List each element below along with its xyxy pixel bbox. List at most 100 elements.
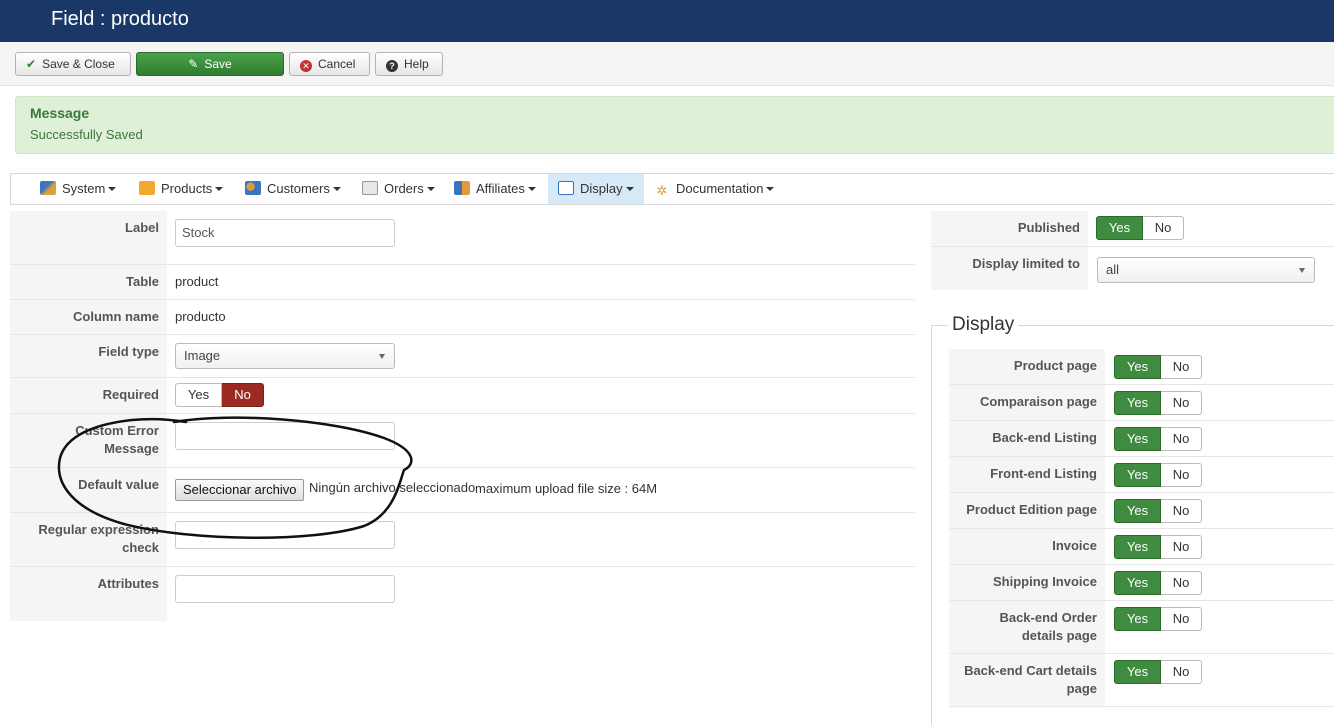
toggle-no[interactable]: No (1161, 355, 1202, 379)
chevron-down-icon (379, 354, 385, 359)
toggle-no[interactable]: No (1161, 391, 1202, 415)
toggle-no[interactable]: No (1161, 607, 1202, 631)
display-limited-select[interactable]: all (1097, 257, 1315, 283)
save-close-label: Save & Close (42, 57, 115, 71)
label-input[interactable]: Stock (175, 219, 395, 247)
toggle-yes[interactable]: Yes (1114, 463, 1161, 487)
save-button[interactable]: ✎ Save (136, 52, 284, 76)
row-regex: Regular expression check (10, 513, 915, 567)
label-label: Label (10, 211, 167, 264)
chevron-down-icon (625, 187, 634, 191)
toggle-yes[interactable]: Yes (1114, 391, 1161, 415)
regex-input[interactable] (175, 521, 395, 549)
display-row-toggle: Yes No (1114, 571, 1202, 595)
regex-label: Regular expression check (10, 513, 167, 566)
display-row: Front-end Listing Yes No (949, 457, 1334, 493)
chevron-down-icon (332, 187, 341, 191)
display-row: Back-end Listing Yes No (949, 421, 1334, 457)
chevron-down-icon (1299, 268, 1305, 273)
display-row-label: Back-end Cart details page (949, 654, 1105, 706)
display-row-label-line1: Product page (1013, 358, 1097, 373)
row-label: Label Stock (10, 211, 915, 265)
save-close-button[interactable]: ✔ Save & Close (15, 52, 131, 76)
menu-display[interactable]: Display (548, 174, 644, 204)
tools-icon (40, 181, 56, 195)
display-row: Shipping Invoice Yes No (949, 565, 1334, 601)
display-row-label-line2: details page (1021, 628, 1097, 643)
cancel-button[interactable]: ✕ Cancel (289, 52, 370, 76)
toggle-no[interactable]: No (1161, 535, 1202, 559)
required-yes[interactable]: Yes (175, 383, 222, 407)
max-upload-note: maximum upload file size : 64M (475, 481, 658, 496)
row-default-value: Default value Seleccionar archivo Ningún… (10, 468, 915, 513)
message-heading: Message (30, 105, 90, 121)
display-row-label-line1: Product Edition page (966, 502, 1097, 517)
display-row-label: Back-end Listing (949, 421, 1105, 456)
custom-error-label-line1: Custom Error (75, 423, 159, 438)
display-row-label-line1: Back-end Cart details (964, 663, 1097, 678)
chevron-down-icon (527, 187, 536, 191)
row-attributes: Attributes (10, 567, 915, 621)
affiliates-icon (454, 181, 470, 195)
display-row: Back-end Order details page Yes No (949, 601, 1334, 654)
field-type-value: Image (184, 348, 221, 363)
menu-products-label: Products (161, 181, 213, 196)
toggle-no[interactable]: No (1161, 463, 1202, 487)
display-row-toggle: Yes No (1114, 391, 1202, 415)
chevron-down-icon (766, 187, 775, 191)
toggle-yes[interactable]: Yes (1114, 660, 1161, 684)
row-field-type: Field type Image (10, 335, 915, 378)
save-label: Save (204, 57, 232, 71)
display-row-label-line2: page (1066, 681, 1097, 696)
toggle-no[interactable]: No (1161, 660, 1202, 684)
field-type-select[interactable]: Image (175, 343, 395, 369)
attributes-input[interactable] (175, 575, 395, 603)
box-icon (139, 181, 155, 195)
display-row: Product Edition page Yes No (949, 493, 1334, 529)
page-title: Field : producto (51, 8, 189, 30)
display-row-toggle: Yes No (1114, 499, 1202, 523)
toggle-no[interactable]: No (1161, 499, 1202, 523)
required-label: Required (10, 378, 167, 413)
toggle-no[interactable]: No (1161, 571, 1202, 595)
toggle-no[interactable]: No (1161, 427, 1202, 451)
menu-customers[interactable]: Customers (245, 174, 341, 204)
menu-documentation[interactable]: ✲ Documentation (654, 174, 775, 204)
menu-products[interactable]: Products (139, 174, 224, 204)
toggle-yes[interactable]: Yes (1114, 607, 1161, 631)
display-row: Back-end Cart details page Yes No (949, 654, 1334, 707)
custom-error-input[interactable] (175, 422, 395, 450)
check-icon: ✔ (26, 57, 37, 71)
display-row-label-line1: Shipping Invoice (992, 574, 1097, 589)
toggle-yes[interactable]: Yes (1114, 427, 1161, 451)
display-row: Comparaison page Yes No (949, 385, 1334, 421)
menu-system[interactable]: System (40, 174, 117, 204)
cancel-icon: ✕ (300, 60, 312, 72)
display-row-label: Comparaison page (949, 385, 1105, 420)
help-button[interactable]: ? Help (375, 52, 443, 76)
published-yes[interactable]: Yes (1096, 216, 1143, 240)
published-toggle: Yes No (1096, 216, 1184, 240)
menu-affiliates[interactable]: Affiliates (454, 174, 536, 204)
toggle-yes[interactable]: Yes (1114, 499, 1161, 523)
toggle-yes[interactable]: Yes (1114, 355, 1161, 379)
display-limited-value: all (1106, 262, 1120, 277)
chevron-down-icon (108, 187, 117, 191)
required-no[interactable]: No (222, 383, 264, 407)
published-label: Published (931, 211, 1088, 246)
menu-orders-label: Orders (384, 181, 424, 196)
toolbar: ✔ Save & Close ✎ Save ✕ Cancel ? Help (0, 42, 1334, 86)
toggle-yes[interactable]: Yes (1114, 535, 1161, 559)
orders-icon (362, 181, 378, 195)
toggle-yes[interactable]: Yes (1114, 571, 1161, 595)
menu-orders[interactable]: Orders (362, 174, 435, 204)
attributes-label: Attributes (10, 567, 167, 621)
published-no[interactable]: No (1143, 216, 1184, 240)
menu-display-label: Display (580, 181, 623, 196)
menu-system-label: System (62, 181, 106, 196)
display-row-label-line1: Back-end Order (999, 610, 1097, 625)
choose-file-button[interactable]: Seleccionar archivo (175, 479, 305, 501)
display-row-label: Front-end Listing (949, 457, 1105, 492)
menu-customers-label: Customers (267, 181, 330, 196)
chevron-down-icon (426, 187, 435, 191)
